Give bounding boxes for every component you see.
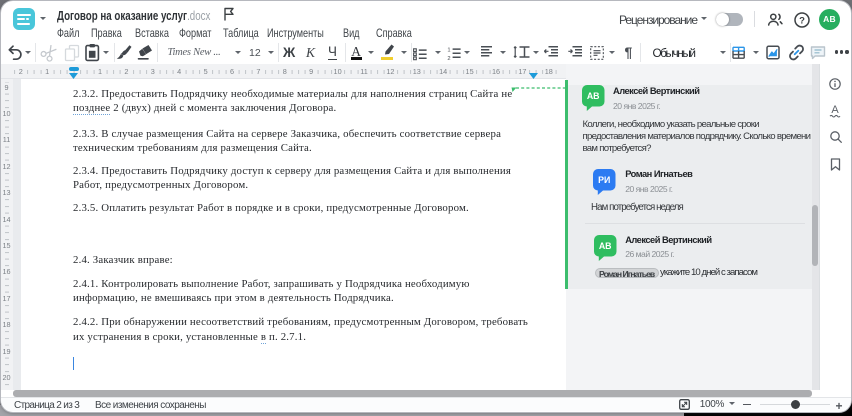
svg-text:РИ: РИ (598, 175, 610, 185)
svg-text:АВ: АВ (598, 240, 611, 250)
svg-text:1: 1 (447, 47, 450, 53)
svg-text:?: ? (799, 15, 805, 26)
svg-text:2: 2 (447, 55, 450, 61)
svg-text:А: А (831, 104, 839, 116)
svg-text:АВ: АВ (587, 91, 600, 101)
